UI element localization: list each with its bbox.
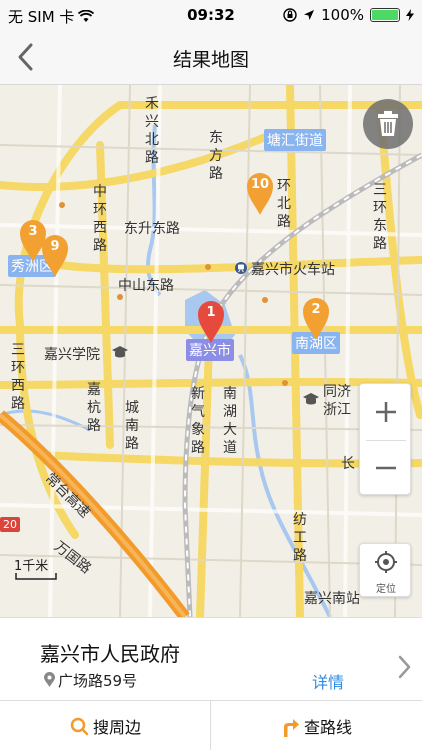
zoom-in-button[interactable] <box>360 384 412 440</box>
status-right: 100% <box>283 6 414 24</box>
road-dongfang: 东方路 <box>209 130 223 182</box>
map-view[interactable]: 塘汇街道 秀洲区 南湖区 嘉兴市 嘉兴市火车站 嘉兴学院 同济 浙江 嘉兴南站 … <box>0 85 422 617</box>
road-dongsheng-east: 东升东路 <box>124 221 180 237</box>
crosshair-icon <box>375 551 397 573</box>
detail-link[interactable]: 详情 <box>312 669 344 693</box>
highway-badge: 20 <box>0 517 20 532</box>
map-pin-10[interactable]: 10 <box>245 171 275 215</box>
search-nearby-button[interactable]: 搜周边 <box>0 701 210 750</box>
route-label: 查路线 <box>303 718 352 737</box>
label-nanhu-south: 嘉兴南站 <box>304 591 360 607</box>
minus-icon <box>376 466 396 470</box>
navigation-bar: 结果地图 <box>0 30 422 85</box>
location-pin-icon <box>44 672 55 687</box>
zoom-control <box>359 383 411 495</box>
chevron-left-icon <box>18 43 33 71</box>
result-name: 嘉兴市人民政府 <box>40 642 180 666</box>
road-hexing-north: 禾兴北路 <box>145 96 159 166</box>
clear-button[interactable] <box>363 99 413 149</box>
route-arrow-icon <box>283 719 299 737</box>
map-pin-2[interactable]: 2 <box>301 296 331 340</box>
search-nearby-icon <box>70 717 89 736</box>
school-icon <box>112 346 128 358</box>
battery-percent: 100% <box>321 6 364 24</box>
battery-icon <box>370 8 400 22</box>
label-train-station: 嘉兴市火车站 <box>251 262 335 278</box>
app-root: 无 SIM 卡 09:32 100% 结果地图 塘汇街道 秀洲区 南湖区 嘉兴市… <box>0 0 422 750</box>
back-button[interactable] <box>12 40 42 74</box>
trash-icon <box>378 111 398 136</box>
road-nanhu-avenue: 南湖大道 <box>223 386 237 456</box>
charging-icon <box>406 9 414 21</box>
chevron-right-icon[interactable] <box>396 654 412 680</box>
school-icon-2 <box>303 393 319 405</box>
search-nearby-label: 搜周边 <box>92 718 141 737</box>
road-xinqixiang: 新气象路 <box>191 386 205 456</box>
bottom-action-bar: 搜周边 查路线 <box>0 700 422 750</box>
location-arrow-icon <box>304 10 315 20</box>
page-title: 结果地图 <box>172 49 249 71</box>
map-scale: 1千米 <box>14 559 49 574</box>
road-zhongshan: 中山东路 <box>118 278 174 294</box>
label-tongji: 同济 <box>323 384 351 400</box>
result-panel[interactable]: 嘉兴市人民政府 广场路59号 详情 <box>0 617 422 700</box>
road-chengnan: 城南路 <box>125 400 139 452</box>
map-pin-1[interactable]: 1 <box>196 299 226 343</box>
result-address: 广场路59号 <box>58 672 138 690</box>
plus-icon <box>376 402 396 422</box>
label-tanghui: 塘汇街道 <box>264 129 326 151</box>
road-zhonghuan-west: 中环西路 <box>93 184 107 254</box>
rotation-lock-icon <box>283 8 297 22</box>
road-sanhuan-east: 三环东路 <box>373 182 387 252</box>
locate-label: 定位 <box>376 584 396 595</box>
road-huan-north: 环北路 <box>277 178 291 230</box>
status-bar: 无 SIM 卡 09:32 100% <box>0 0 422 30</box>
road-jiahang: 嘉杭路 <box>87 382 101 434</box>
train-station-icon <box>235 262 247 274</box>
locate-button[interactable]: 定位 <box>359 543 411 597</box>
road-sanhuan-west: 三环西路 <box>11 342 25 412</box>
label-jiaxing-college: 嘉兴学院 <box>44 347 100 363</box>
route-button[interactable]: 查路线 <box>211 701 421 750</box>
label-chang: 长 <box>341 456 355 472</box>
zoom-out-button[interactable] <box>360 440 412 496</box>
label-zhejiang: 浙江 <box>323 402 351 418</box>
map-pin-9[interactable]: 9 <box>40 233 70 277</box>
road-fanggong: 纺工路 <box>293 512 307 564</box>
